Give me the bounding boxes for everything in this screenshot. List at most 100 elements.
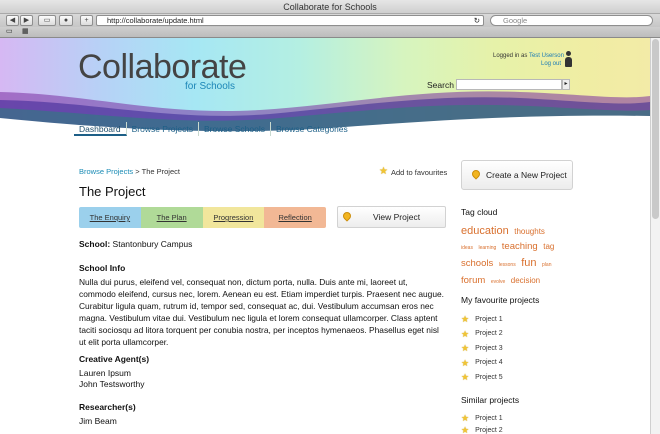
- page-title: The Project: [79, 184, 146, 199]
- list-item[interactable]: ★ Project 2: [461, 426, 561, 434]
- tag-link[interactable]: ideas: [461, 245, 473, 251]
- similar-projects-heading: Similar projects: [461, 395, 520, 405]
- user-silhouette-icon: [565, 51, 572, 67]
- search-go-button[interactable]: ▸: [562, 79, 570, 90]
- tag-cloud-heading: Tag cloud: [461, 207, 498, 217]
- project-link[interactable]: Project 2: [475, 427, 503, 434]
- address-bar[interactable]: http://collaborate/update.html ↻: [96, 15, 484, 26]
- scrollbar-thumb[interactable]: [652, 39, 659, 219]
- project-link[interactable]: Project 4: [475, 359, 503, 366]
- creative-agent-name: John Testsworthy: [79, 379, 145, 389]
- add-to-favourites[interactable]: ★ Add to favourites: [379, 167, 447, 177]
- site-logo-subtitle: for Schools: [185, 81, 236, 92]
- browser-search-input[interactable]: Google: [490, 15, 653, 26]
- list-item[interactable]: ★ Project 1: [461, 312, 561, 327]
- school-value: Stantonbury Campus: [112, 239, 193, 249]
- tag-link[interactable]: decision: [511, 276, 540, 285]
- create-project-button[interactable]: Create a New Project: [461, 160, 573, 190]
- view-project-button[interactable]: View Project: [337, 206, 446, 228]
- favourite-projects-heading: My favourite projects: [461, 295, 540, 305]
- project-stage-tabs: The Enquiry The Plan Progression Reflect…: [79, 207, 326, 228]
- breadcrumb: Browse Projects > The Project: [79, 167, 180, 176]
- school-line: School: Stantonbury Campus: [79, 239, 192, 249]
- tag-link[interactable]: fun: [521, 257, 536, 269]
- school-label: School:: [79, 239, 111, 249]
- image-icon: ▭: [43, 17, 51, 24]
- tag-link[interactable]: education: [461, 225, 509, 237]
- tag-cloud: education thoughts ideas learning teachi…: [461, 224, 576, 290]
- reload-icon[interactable]: ↻: [474, 16, 480, 25]
- forward-button[interactable]: ▶: [20, 15, 33, 26]
- tag-link[interactable]: forum: [461, 275, 485, 286]
- bookmark-add-button[interactable]: ▭: [38, 15, 56, 26]
- view-project-label: View Project: [373, 212, 421, 222]
- new-tab-button[interactable]: +: [80, 15, 93, 26]
- browser-toolbar: ◀ ▶ ▭ ● + http://collaborate/update.html…: [0, 14, 660, 27]
- map-pin-icon: [470, 168, 482, 180]
- tab-progression[interactable]: Progression: [202, 207, 265, 228]
- school-info-heading: School Info: [79, 263, 126, 273]
- project-link[interactable]: Project 5: [475, 374, 503, 381]
- project-link[interactable]: Project 1: [475, 316, 503, 323]
- site-search-input[interactable]: [456, 79, 562, 90]
- list-item[interactable]: ★ Project 4: [461, 356, 561, 371]
- tag-link[interactable]: tag: [543, 242, 554, 251]
- tag-link[interactable]: plan: [542, 262, 551, 268]
- project-link[interactable]: Project 2: [475, 330, 503, 337]
- search-label: Search: [427, 80, 454, 90]
- window-title: Collaborate for Schools: [0, 0, 660, 14]
- breadcrumb-parent[interactable]: Browse Projects: [79, 167, 133, 176]
- plus-icon: +: [84, 17, 89, 24]
- logged-in-prefix: Logged in as: [493, 53, 528, 59]
- list-item[interactable]: ★ Project 3: [461, 341, 561, 356]
- bookmarks-bar: ▭ ▦: [0, 27, 660, 38]
- tag-link[interactable]: lessons: [499, 262, 516, 268]
- back-button[interactable]: ◀: [6, 15, 19, 26]
- list-item[interactable]: ★ Project 2: [461, 327, 561, 342]
- similar-projects-list: ★ Project 1 ★ Project 2: [461, 411, 561, 434]
- create-project-label: Create a New Project: [486, 170, 567, 180]
- star-icon: ★: [461, 413, 470, 424]
- elephant-icon: ●: [63, 17, 69, 24]
- star-icon: ★: [461, 314, 470, 325]
- main-nav: Dashboard Browse Projects Browse Schools…: [74, 122, 353, 136]
- tag-link[interactable]: learning: [478, 245, 496, 251]
- search-placeholder: Google: [503, 16, 528, 25]
- tab-plan[interactable]: The Plan: [140, 207, 203, 228]
- creative-agents-heading: Creative Agent(s): [79, 354, 150, 364]
- nav-dashboard[interactable]: Dashboard: [74, 122, 127, 136]
- back-icon: ◀: [9, 17, 16, 24]
- star-icon: ★: [461, 425, 470, 434]
- star-icon: ★: [461, 328, 470, 339]
- breadcrumb-current: The Project: [141, 167, 180, 176]
- star-icon: ★: [461, 357, 470, 368]
- url-text: http://collaborate/update.html: [107, 16, 204, 25]
- list-item[interactable]: ★ Project 5: [461, 370, 561, 385]
- user-link[interactable]: Test Userson: [529, 53, 564, 59]
- tag-link[interactable]: teaching: [502, 241, 538, 252]
- evernote-button[interactable]: ●: [59, 15, 73, 26]
- breadcrumb-separator: >: [135, 167, 140, 176]
- researcher-name: Jim Beam: [79, 416, 117, 426]
- favourite-projects-list: ★ Project 1 ★ Project 2 ★ Project 3 ★ Projec…: [461, 312, 561, 385]
- tab-enquiry[interactable]: The Enquiry: [79, 207, 141, 228]
- tag-link[interactable]: thoughts: [514, 227, 545, 236]
- tag-link[interactable]: evolve: [491, 279, 505, 285]
- project-link[interactable]: Project 1: [475, 415, 503, 422]
- nav-browse-projects[interactable]: Browse Projects: [127, 122, 200, 136]
- project-link[interactable]: Project 3: [475, 345, 503, 352]
- tab-reflection[interactable]: Reflection: [264, 207, 326, 228]
- logout-link[interactable]: Log out: [541, 61, 561, 67]
- tag-link[interactable]: schools: [461, 258, 493, 269]
- book-icon[interactable]: ▭: [6, 27, 13, 35]
- add-to-favourites-label: Add to favourites: [390, 167, 448, 177]
- grid-icon[interactable]: ▦: [22, 27, 29, 35]
- list-item[interactable]: ★ Project 1: [461, 411, 561, 426]
- nav-browse-categories[interactable]: Browse Categories: [271, 122, 353, 136]
- creative-agent-name: Lauren Ipsum: [79, 368, 131, 378]
- login-status: Logged in as Test Userson: [493, 53, 564, 59]
- forward-icon: ▶: [23, 17, 30, 24]
- nav-browse-schools[interactable]: Browse Schools: [199, 122, 271, 136]
- vertical-scrollbar[interactable]: [650, 38, 660, 434]
- star-icon: ★: [461, 343, 470, 354]
